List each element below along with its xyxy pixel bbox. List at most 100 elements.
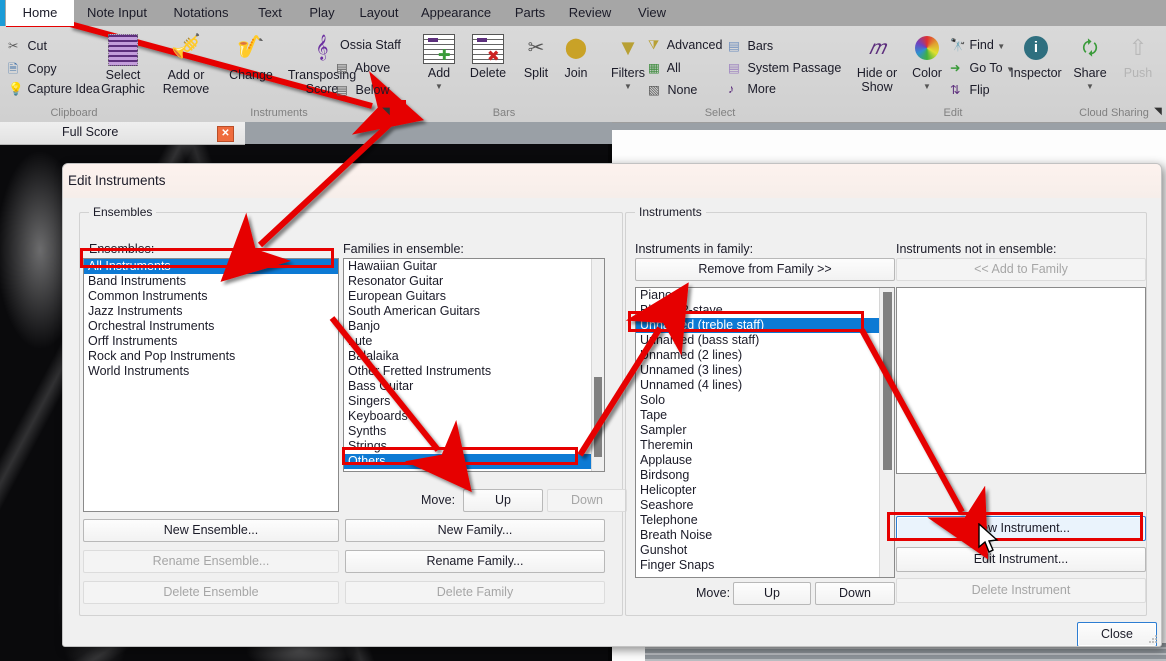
bars-join-button[interactable]: ⬤ Join: [558, 34, 594, 80]
tab-review[interactable]: Review: [562, 0, 618, 26]
families-list-item[interactable]: Bass Guitar: [344, 379, 604, 394]
filters-dropdown-arrow[interactable]: ▼: [604, 82, 652, 91]
families-list-item[interactable]: Singers: [344, 394, 604, 409]
instruments-list-item[interactable]: Tape: [636, 408, 894, 423]
ensembles-list-item[interactable]: All Instruments: [84, 259, 338, 274]
families-list-item[interactable]: Banjo: [344, 319, 604, 334]
ossia-staff-button[interactable]: Ossia Staff: [340, 38, 401, 52]
instruments-list-item[interactable]: Breath Noise: [636, 528, 894, 543]
color-button[interactable]: Color ▼: [906, 34, 948, 91]
select-advanced-button[interactable]: ⧩ Advanced: [648, 38, 722, 53]
instruments-list-item[interactable]: Blank 12-stave: [636, 303, 894, 318]
instruments-in-family-listbox[interactable]: Piano Blank 12-stave Unnamed (treble staff…: [635, 287, 895, 578]
families-list-item[interactable]: Synths: [344, 424, 604, 439]
find-dropdown-arrow[interactable]: ▼: [997, 42, 1005, 51]
tab-play[interactable]: Play: [300, 0, 344, 26]
close-button[interactable]: Close: [1077, 622, 1157, 646]
ensembles-list-item[interactable]: Orff Instruments: [84, 334, 338, 349]
copy-button[interactable]: 🗎 Copy: [8, 60, 57, 81]
new-family-button[interactable]: New Family...: [345, 519, 605, 542]
edit-instrument-button[interactable]: Edit Instrument...: [896, 547, 1146, 572]
bars-split-button[interactable]: ✂ Split: [516, 34, 556, 80]
families-list-item[interactable]: Other Fretted Instruments: [344, 364, 604, 379]
find-button[interactable]: 🔭 Find ▼: [950, 38, 1005, 53]
instruments-list-item[interactable]: Birdsong: [636, 468, 894, 483]
inspector-button[interactable]: i Inspector: [1010, 34, 1062, 80]
instruments-dialog-launcher[interactable]: ◥: [378, 104, 394, 120]
cloud-sharing-dialog-launcher[interactable]: ◥: [1150, 104, 1166, 120]
families-list-item[interactable]: Hawaiian Guitar: [344, 259, 604, 274]
instruments-list-item[interactable]: Telephone: [636, 513, 894, 528]
bars-delete-button[interactable]: ✖ Delete: [464, 34, 512, 80]
bars-add-dropdown-arrow[interactable]: ▼: [418, 82, 460, 91]
tab-text[interactable]: Text: [248, 0, 292, 26]
families-list-item[interactable]: Strings: [344, 439, 604, 454]
select-system-passage-button[interactable]: ▤ System Passage: [728, 60, 841, 75]
select-more-button[interactable]: ♪ More: [728, 82, 776, 96]
instruments-list-item[interactable]: Theremin: [636, 438, 894, 453]
instruments-not-in-ensemble-listbox[interactable]: [896, 287, 1146, 474]
tab-home[interactable]: Home: [6, 0, 74, 26]
change-button[interactable]: 🎷 Change: [222, 32, 280, 82]
new-ensemble-button[interactable]: New Ensemble...: [83, 519, 339, 542]
share-dropdown-arrow[interactable]: ▼: [1068, 82, 1112, 91]
families-scrollbar[interactable]: [591, 259, 604, 471]
ossia-below-button[interactable]: ▤ Below: [336, 82, 390, 97]
remove-from-family-button[interactable]: Remove from Family >>: [635, 258, 895, 281]
instruments-scrollbar-thumb[interactable]: [883, 292, 892, 470]
tab-layout[interactable]: Layout: [352, 0, 406, 26]
instruments-list-item[interactable]: Unnamed (treble staff): [636, 318, 894, 333]
rename-family-button[interactable]: Rename Family...: [345, 550, 605, 573]
instruments-list-item[interactable]: Applause: [636, 453, 894, 468]
share-button[interactable]: 🗘 Share ▼: [1068, 34, 1112, 91]
instruments-list-item[interactable]: Unnamed (3 lines): [636, 363, 894, 378]
add-or-remove-button[interactable]: 🎺 Add or Remove: [154, 32, 218, 96]
tab-notations[interactable]: Notations: [164, 0, 238, 26]
go-to-button[interactable]: ➜ Go To ▼: [950, 60, 1014, 75]
tab-view[interactable]: View: [628, 0, 676, 26]
tab-appearance[interactable]: Appearance: [414, 0, 498, 26]
ensembles-list-item[interactable]: World Instruments: [84, 364, 338, 379]
hide-or-show-button[interactable]: 𝑚 Hide or Show: [850, 34, 904, 94]
families-scrollbar-thumb[interactable]: [594, 377, 602, 457]
capture-idea-button[interactable]: 💡 Capture Idea: [8, 82, 100, 97]
ensembles-list-item[interactable]: Orchestral Instruments: [84, 319, 338, 334]
instruments-list-item[interactable]: Seashore: [636, 498, 894, 513]
select-all-button[interactable]: ▦ All: [648, 60, 681, 75]
close-icon[interactable]: ✕: [217, 126, 234, 142]
families-list-item[interactable]: Others: [344, 454, 604, 469]
instruments-move-down-button[interactable]: Down: [815, 582, 895, 605]
ensembles-list-item[interactable]: Rock and Pop Instruments: [84, 349, 338, 364]
families-list-item[interactable]: Resonator Guitar: [344, 274, 604, 289]
instruments-list-item[interactable]: Solo: [636, 393, 894, 408]
tab-note-input[interactable]: Note Input: [78, 0, 156, 26]
instruments-list-item[interactable]: Unnamed (bass staff): [636, 333, 894, 348]
families-list-item[interactable]: Keyboards: [344, 409, 604, 424]
new-instrument-button[interactable]: New Instrument...: [896, 516, 1146, 541]
cut-button[interactable]: ✂ Cut: [8, 38, 47, 53]
select-graphic-button[interactable]: Select Graphic: [100, 34, 146, 96]
instruments-move-up-button[interactable]: Up: [733, 582, 811, 605]
ossia-above-button[interactable]: ▤ Above: [336, 60, 390, 75]
dialog-resize-grip[interactable]: [1148, 634, 1158, 644]
instruments-list-item[interactable]: Piano: [636, 288, 894, 303]
ensembles-listbox[interactable]: All Instruments Band Instruments Common In…: [83, 258, 339, 512]
tab-parts[interactable]: Parts: [506, 0, 554, 26]
families-list-item[interactable]: Lute: [344, 334, 604, 349]
instruments-list-item[interactable]: Gunshot: [636, 543, 894, 558]
instruments-list-item[interactable]: Finger Snaps: [636, 558, 894, 573]
instruments-list-item[interactable]: Unnamed (4 lines): [636, 378, 894, 393]
instruments-list-item[interactable]: Sampler: [636, 423, 894, 438]
ensembles-list-item[interactable]: Band Instruments: [84, 274, 338, 289]
families-listbox[interactable]: Hawaiian Guitar Resonator Guitar European …: [343, 258, 605, 472]
instruments-scrollbar[interactable]: [879, 288, 894, 577]
families-list-item[interactable]: Balalaika: [344, 349, 604, 364]
color-dropdown-arrow[interactable]: ▼: [906, 82, 948, 91]
select-bars-button[interactable]: ▤ Bars: [728, 38, 773, 53]
families-move-up-button[interactable]: Up: [463, 489, 543, 512]
select-none-button[interactable]: ▧ None: [648, 82, 697, 97]
ensembles-list-item[interactable]: Jazz Instruments: [84, 304, 338, 319]
families-list-item[interactable]: South American Guitars: [344, 304, 604, 319]
families-list-item[interactable]: European Guitars: [344, 289, 604, 304]
bars-add-button[interactable]: ✚ Add ▼: [418, 34, 460, 91]
